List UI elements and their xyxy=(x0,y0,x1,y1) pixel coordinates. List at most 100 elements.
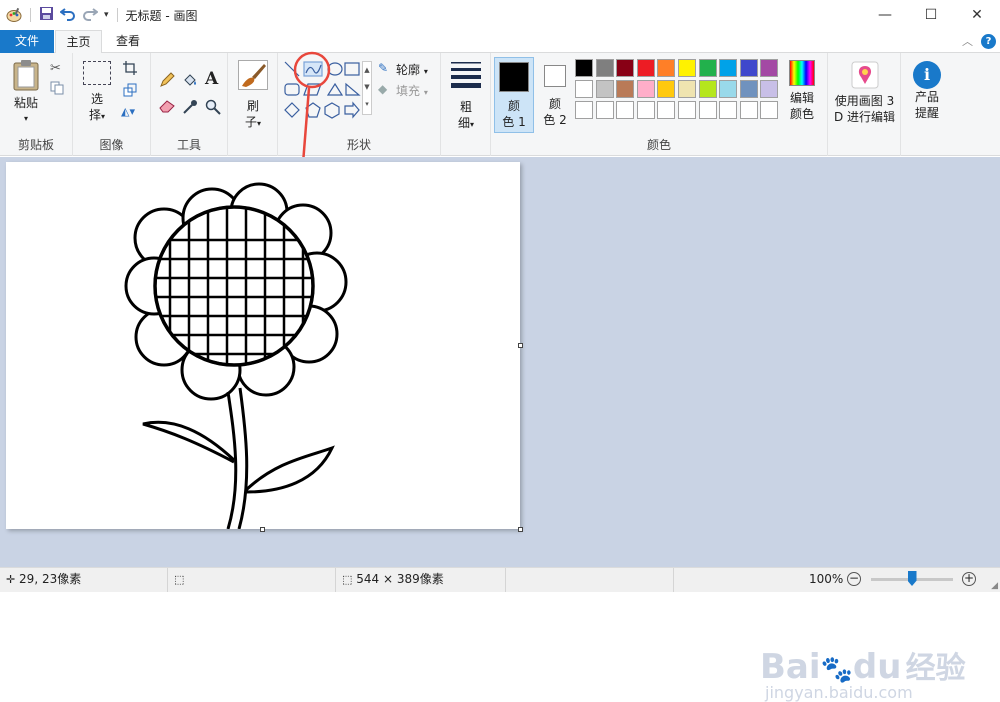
color-swatch[interactable] xyxy=(657,101,676,119)
drawing-canvas[interactable] xyxy=(6,162,520,529)
chevron-down-icon: ▾ xyxy=(101,112,106,121)
status-bar: ✛ 29, 23像素 ⬚ ⬚ 544 × 389像素 100% − + ◢ xyxy=(0,567,1000,592)
resize-handle-bottom[interactable] xyxy=(260,527,265,532)
resize-handle-corner[interactable] xyxy=(518,527,523,532)
copy-icon[interactable] xyxy=(50,81,64,98)
redo-icon[interactable] xyxy=(82,6,99,24)
paste-button[interactable]: 粘贴 ▾ xyxy=(8,59,44,127)
collapse-ribbon-icon[interactable]: ︿ xyxy=(962,33,973,49)
pencil-icon[interactable] xyxy=(159,72,175,91)
tools-group-label: 工具 xyxy=(176,138,201,152)
color-swatch[interactable] xyxy=(575,59,593,77)
shapes-group-label: 形状 xyxy=(346,138,371,152)
shapes-group: ▲ ▼ ▾ ✎ 轮廓 ▾ ◆ 填充 ▾ 形状 xyxy=(278,53,441,156)
zoom-slider-thumb[interactable] xyxy=(907,571,917,586)
fill-button[interactable]: 填充 ▾ xyxy=(396,82,428,99)
minimize-button[interactable]: — xyxy=(862,0,908,30)
color-swatch[interactable] xyxy=(616,80,635,98)
color-swatch[interactable] xyxy=(678,80,696,98)
color-swatch[interactable] xyxy=(616,59,635,77)
image-group: 选 择▾ ◭▾ 图像 xyxy=(73,53,151,156)
color-swatch[interactable] xyxy=(760,101,779,119)
colors-group: 颜 色 1 颜 色 2 编辑 颜色 颜色 xyxy=(491,53,828,156)
paint3d-label-2: D 进行编辑 xyxy=(833,110,896,124)
shapes-gallery[interactable] xyxy=(282,59,372,121)
color-swatch[interactable] xyxy=(636,80,655,98)
brush-icon xyxy=(238,60,268,90)
magnifier-icon[interactable] xyxy=(205,99,221,118)
title-bar: ▾ 无标题 - 画图 — ☐ ✕ xyxy=(0,0,1000,30)
color-swatch[interactable] xyxy=(678,59,696,77)
color-swatch[interactable] xyxy=(698,101,717,119)
eraser-icon[interactable] xyxy=(159,99,175,116)
watermark-brand: Bai xyxy=(760,647,821,687)
edit-colors-button[interactable]: 编辑 颜色 xyxy=(782,60,822,122)
resize-icon[interactable] xyxy=(123,83,137,100)
close-button[interactable]: ✕ xyxy=(954,0,1000,30)
size-grip-icon[interactable]: ◢ xyxy=(991,581,998,591)
color1-label-a: 颜 xyxy=(507,99,520,113)
color-swatch[interactable] xyxy=(719,101,738,119)
crop-icon[interactable] xyxy=(123,61,137,78)
clipboard-group: 粘贴 ▾ ✂ 剪贴板 xyxy=(0,53,73,156)
color-swatch[interactable] xyxy=(760,80,779,98)
color-swatch[interactable] xyxy=(739,101,758,119)
color-swatch[interactable] xyxy=(595,80,614,98)
color-swatch[interactable] xyxy=(698,80,717,98)
color-swatch[interactable] xyxy=(595,101,614,119)
color-swatch[interactable] xyxy=(698,59,717,77)
color-swatch[interactable] xyxy=(636,101,655,119)
color-swatch[interactable] xyxy=(616,101,635,119)
watermark-cn: 经验 xyxy=(905,651,966,686)
rotate-icon[interactable]: ◭▾ xyxy=(121,105,135,118)
canvas-workspace[interactable]: Bai🐾du 经验 jingyan.baidu.com xyxy=(0,157,1000,702)
paint-app-icon[interactable] xyxy=(6,7,22,23)
customize-toolbar-icon[interactable]: ▾ xyxy=(104,10,109,20)
color-picker-icon[interactable] xyxy=(182,99,198,118)
color-swatch[interactable] xyxy=(657,80,676,98)
text-icon[interactable]: A xyxy=(205,69,218,89)
select-label-1: 选 xyxy=(90,92,103,106)
outline-button[interactable]: 轮廓 ▾ xyxy=(396,61,428,78)
select-label-2: 择 xyxy=(88,108,101,122)
cut-icon[interactable]: ✂ xyxy=(50,61,61,76)
resize-handle-right[interactable] xyxy=(518,343,523,348)
color2-swatch xyxy=(544,65,566,87)
cursor-position-cell: ✛ 29, 23像素 xyxy=(0,568,168,592)
color2-button[interactable]: 颜 色 2 xyxy=(537,57,573,128)
tab-home[interactable]: 主页 xyxy=(55,30,102,54)
edit-colors-label-b: 颜色 xyxy=(789,107,814,121)
color-swatch[interactable] xyxy=(575,101,593,119)
help-icon[interactable]: ? xyxy=(981,33,996,49)
size-button[interactable]: 粗 细▾ xyxy=(447,61,485,133)
color-swatch[interactable] xyxy=(719,59,738,77)
paint3d-button[interactable]: 使用画图 3 D 进行编辑 xyxy=(830,61,899,125)
select-button[interactable]: 选 择▾ xyxy=(79,61,115,125)
zoom-in-button[interactable]: + xyxy=(962,572,976,586)
fill-bucket-icon[interactable] xyxy=(182,72,198,91)
paw-icon: 🐾 xyxy=(820,655,853,685)
color-swatch[interactable] xyxy=(739,59,758,77)
paint3d-label-1: 使用画图 3 xyxy=(834,94,895,108)
color-swatch[interactable] xyxy=(760,59,779,77)
fill-icon: ◆ xyxy=(378,82,388,96)
color-swatch[interactable] xyxy=(657,59,676,77)
tab-view[interactable]: 查看 xyxy=(104,30,152,53)
color-swatch[interactable] xyxy=(719,80,738,98)
product-alert-button[interactable]: i 产品 提醒 xyxy=(905,61,949,121)
color-swatch[interactable] xyxy=(636,59,655,77)
color-swatch[interactable] xyxy=(678,101,696,119)
brushes-button[interactable]: 刷 子▾ xyxy=(234,60,272,132)
color-swatch[interactable] xyxy=(739,80,758,98)
zoom-out-button[interactable]: − xyxy=(847,572,861,586)
maximize-button[interactable]: ☐ xyxy=(908,0,954,30)
tab-file[interactable]: 文件 xyxy=(0,30,54,53)
color-swatch[interactable] xyxy=(575,80,593,98)
shapes-scroll[interactable]: ▲ ▼ ▾ xyxy=(362,61,372,115)
color-swatch[interactable] xyxy=(595,59,614,77)
brushes-label-2: 子 xyxy=(244,115,257,129)
sunflower-drawing xyxy=(124,182,348,529)
save-icon[interactable] xyxy=(39,6,54,24)
undo-icon[interactable] xyxy=(59,6,76,24)
color1-button[interactable]: 颜 色 1 xyxy=(494,57,534,133)
